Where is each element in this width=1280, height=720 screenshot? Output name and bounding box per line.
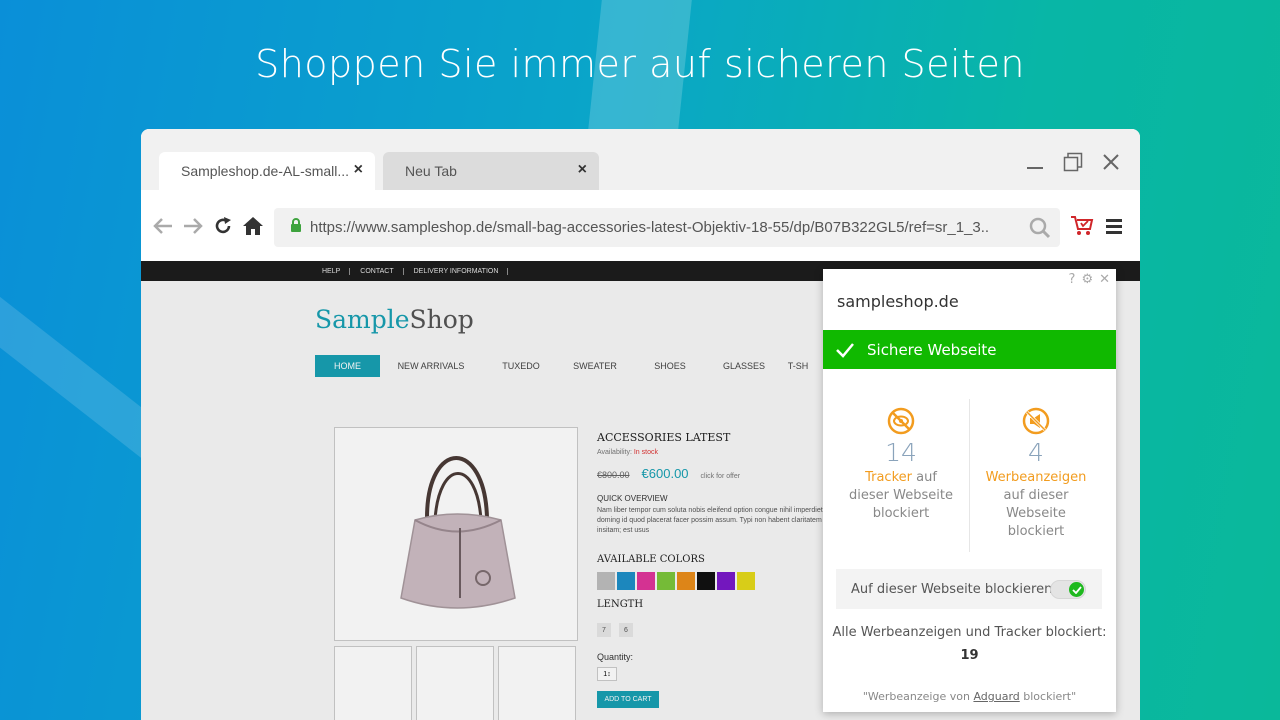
total-blocked-count: 19 bbox=[960, 648, 979, 663]
url-text: https://www.sampleshop.de/small-bag-acce… bbox=[310, 219, 990, 236]
tab-label: Neu Tab bbox=[405, 163, 457, 179]
footer-text: blockiert" bbox=[1019, 690, 1077, 703]
close-window-icon[interactable] bbox=[1100, 151, 1122, 173]
ads-text: auf dieser bbox=[1003, 488, 1069, 503]
back-icon[interactable] bbox=[151, 214, 175, 238]
tab-bar: Sampleshop.de-AL-small... × Neu Tab × bbox=[141, 129, 1140, 190]
topbar-link[interactable]: DELIVERY INFORMATION bbox=[414, 267, 509, 275]
tracker-count: 14 bbox=[885, 438, 917, 467]
toolbar-extensions bbox=[1070, 215, 1122, 242]
tab-new[interactable]: Neu Tab × bbox=[383, 152, 599, 190]
headline: Shoppen Sie immer auf sicheren Seiten bbox=[255, 42, 1025, 86]
help-icon[interactable]: ? bbox=[1069, 272, 1076, 287]
toggle-check-icon bbox=[1069, 582, 1084, 597]
popup-controls: ? ⚙ ✕ bbox=[1069, 272, 1110, 287]
topbar-link[interactable]: HELP bbox=[322, 267, 351, 275]
footer-text: "Werbeanzeige von bbox=[862, 690, 974, 703]
forward-icon[interactable] bbox=[181, 214, 205, 238]
tab-label: Sampleshop.de-AL-small... bbox=[181, 163, 350, 179]
window-controls bbox=[1024, 151, 1122, 173]
home-icon[interactable] bbox=[241, 214, 265, 238]
blocking-stats: 14 Tracker auf dieser Webseite blockiert… bbox=[823, 399, 1116, 555]
tracker-text-line: Tracker auf bbox=[831, 469, 971, 487]
ads-count: 4 bbox=[1028, 438, 1044, 467]
adguard-link[interactable]: Adguard bbox=[973, 690, 1019, 703]
minimize-icon[interactable] bbox=[1024, 151, 1046, 173]
maximize-icon[interactable] bbox=[1062, 151, 1084, 173]
ads-label: Werbeanzeigen bbox=[985, 470, 1087, 485]
lock-icon bbox=[290, 218, 302, 237]
tab-sampleshop[interactable]: Sampleshop.de-AL-small... × bbox=[159, 152, 375, 190]
checkmark-icon bbox=[835, 342, 855, 358]
ads-text: Webseite bbox=[1006, 506, 1066, 521]
tracker-text: dieser Webseite bbox=[849, 488, 953, 503]
block-toggle-row: Auf dieser Webseite blockieren bbox=[836, 569, 1102, 609]
adguard-popup: ? ⚙ ✕ sampleshop.de Sichere Webseite 14 … bbox=[823, 269, 1116, 712]
tracker-stat: 14 Tracker auf dieser Webseite blockiert bbox=[831, 407, 971, 523]
gear-icon[interactable]: ⚙ bbox=[1081, 272, 1093, 287]
safe-status-text: Sichere Webseite bbox=[867, 340, 997, 359]
footer-note: "Werbeanzeige von Adguard blockiert" bbox=[823, 690, 1116, 703]
menu-icon[interactable] bbox=[1106, 218, 1122, 239]
total-blocked-label: Alle Werbeanzeigen und Tracker blockiert… bbox=[832, 625, 1107, 640]
ads-blocked-icon bbox=[966, 407, 1106, 435]
address-bar[interactable]: https://www.sampleshop.de/small-bag-acce… bbox=[274, 208, 1060, 247]
topbar-link[interactable]: CONTACT bbox=[360, 267, 404, 275]
safe-status-bar: Sichere Webseite bbox=[823, 330, 1116, 369]
site-domain: sampleshop.de bbox=[837, 292, 959, 311]
tracker-label: Tracker bbox=[865, 470, 912, 485]
close-tab-icon[interactable]: × bbox=[578, 161, 587, 179]
tracker-text: auf bbox=[916, 470, 937, 485]
nav-buttons bbox=[151, 214, 265, 238]
search-icon[interactable] bbox=[1020, 217, 1060, 239]
ads-text: blockiert bbox=[1007, 524, 1065, 539]
tracker-blocked-icon bbox=[831, 407, 971, 435]
block-toggle[interactable] bbox=[1050, 580, 1086, 599]
close-tab-icon[interactable]: × bbox=[354, 161, 363, 179]
browser-toolbar: https://www.sampleshop.de/small-bag-acce… bbox=[141, 190, 1140, 261]
tracker-text: blockiert bbox=[872, 506, 930, 521]
block-toggle-label: Auf dieser Webseite blockieren bbox=[851, 581, 1053, 597]
ads-stat: 4 Werbeanzeigen auf dieser Webseite bloc… bbox=[966, 407, 1106, 541]
shopping-cart-extension-icon[interactable] bbox=[1070, 215, 1094, 242]
reload-icon[interactable] bbox=[211, 214, 235, 238]
close-icon[interactable]: ✕ bbox=[1099, 272, 1110, 287]
